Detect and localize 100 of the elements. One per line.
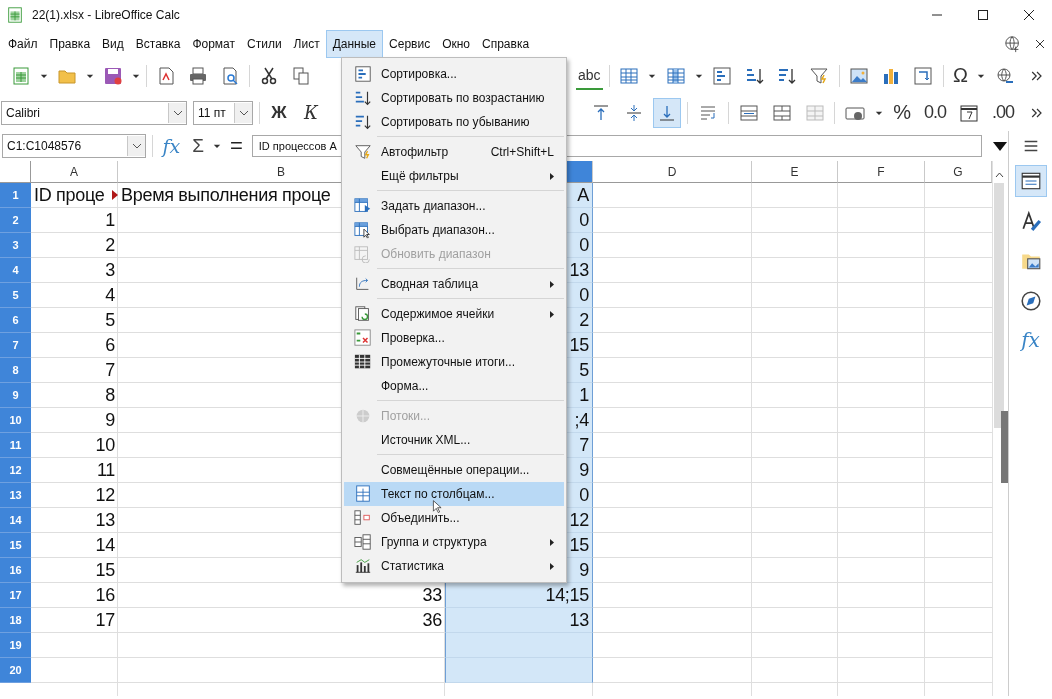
cell-text: ID проце	[34, 185, 105, 206]
column-header[interactable]: A	[31, 161, 118, 183]
column-header[interactable]: F	[838, 161, 925, 183]
row-header[interactable]: 7	[0, 333, 31, 358]
row-header[interactable]: 12	[0, 458, 31, 483]
menu-item[interactable]: Сортировать по возрастанию	[344, 86, 564, 110]
row-header[interactable]: 3	[0, 233, 31, 258]
menu-item[interactable]: Содержимое ячейки	[344, 302, 564, 326]
menu-item[interactable]: Источник XML...	[344, 428, 564, 452]
cell-text: 15	[569, 334, 589, 356]
cell-contents-icon	[353, 305, 372, 323]
menu-item[interactable]: Задать диапазон...	[344, 194, 564, 218]
menu-bar-item[interactable]: Стили	[241, 31, 288, 56]
row-header[interactable]: 15	[0, 533, 31, 558]
maximize-icon[interactable]	[977, 9, 989, 21]
bold-button[interactable]: Ж	[266, 98, 292, 127]
close-icon[interactable]	[1035, 38, 1045, 49]
menu-bar-item[interactable]: Вид	[96, 31, 130, 56]
close-icon[interactable]	[1023, 9, 1035, 21]
row-header[interactable]: 14	[0, 508, 31, 533]
align-bottom-icon[interactable]	[653, 98, 680, 127]
menu-item[interactable]: Сортировать по убыванию	[344, 110, 564, 134]
submenu-arrow-icon	[550, 310, 554, 318]
menu-bar-item[interactable]: Справка	[476, 31, 536, 56]
row-header[interactable]: 1	[0, 183, 31, 208]
chevron-down-icon[interactable]	[172, 109, 183, 116]
font-name-combo[interactable]: Calibri	[1, 100, 187, 125]
formula-button[interactable]: =	[226, 132, 246, 160]
menu-item[interactable]: Промежуточные итоги...	[344, 350, 564, 374]
row-header[interactable]: 17	[0, 583, 31, 608]
cell-text: 8	[105, 385, 115, 406]
menu-bar-item[interactable]: Файл	[2, 31, 44, 56]
add-decimal-button[interactable]: .00	[988, 98, 1017, 127]
menu-item[interactable]: Текст по столбцам...	[344, 482, 564, 506]
language-icon[interactable]	[1004, 34, 1022, 53]
row-header[interactable]: 13	[0, 483, 31, 508]
cell-text: 4	[105, 285, 115, 306]
menu-bar-item[interactable]: Окно	[436, 31, 477, 56]
row-header[interactable]: 10	[0, 408, 31, 433]
sum-button[interactable]: Σ	[189, 132, 207, 160]
row-header[interactable]: 6	[0, 308, 31, 333]
menu-item[interactable]: Выбрать диапазон...	[344, 218, 564, 242]
row-header[interactable]: 9	[0, 383, 31, 408]
cell-text: 12	[95, 485, 115, 506]
column-header[interactable]: D	[593, 161, 752, 183]
submenu-arrow-icon	[550, 538, 554, 546]
row-header[interactable]: 8	[0, 358, 31, 383]
cell-text: 13	[95, 510, 115, 531]
menu-bar-item[interactable]: Данные	[325, 29, 384, 58]
cell-text: 9	[579, 459, 589, 481]
row-header[interactable]: 5	[0, 283, 31, 308]
italic-button[interactable]: К	[298, 98, 324, 127]
column-header[interactable]: G	[925, 161, 992, 183]
menu-item[interactable]: Группа и структура	[344, 530, 564, 554]
scrollbar-thumb[interactable]	[994, 183, 1004, 428]
row-header[interactable]: 19	[0, 633, 31, 658]
row-header[interactable]: 4	[0, 258, 31, 283]
sort-descending-icon	[353, 113, 372, 131]
menu-item[interactable]: Сортировка...	[344, 62, 564, 86]
menu-item[interactable]: Совмещённые операции...	[344, 458, 564, 482]
caret-icon[interactable]	[212, 142, 221, 150]
menu-item[interactable]: Проверка...	[344, 326, 564, 350]
cell-text: 5	[579, 359, 589, 381]
menu-item[interactable]: Объединить...	[344, 506, 564, 530]
cell-text: 33	[422, 585, 442, 606]
function-wizard-button[interactable]: fx	[159, 132, 184, 160]
menu-bar-item[interactable]: Сервис	[383, 31, 437, 56]
group-icon	[353, 533, 372, 551]
special-character-button[interactable]: Ω	[950, 61, 971, 90]
row-header[interactable]: 18	[0, 608, 31, 633]
menu-item[interactable]: Форма...	[344, 374, 564, 398]
cell-text: ;4	[574, 409, 589, 431]
sidebar-collapse-handle[interactable]	[1001, 411, 1008, 483]
menu-item[interactable]: Сводная таблица	[344, 272, 564, 296]
row-header[interactable]: 2	[0, 208, 31, 233]
menu-bar-item[interactable]: Правка	[43, 31, 97, 56]
grid-icon	[353, 353, 372, 371]
select-all-button[interactable]	[0, 161, 31, 183]
scroll-up-icon[interactable]	[994, 171, 1004, 179]
column-header[interactable]: E	[752, 161, 838, 183]
menu-bar-item[interactable]: Вставка	[129, 31, 187, 56]
chevron-down-icon[interactable]	[131, 143, 142, 149]
properties-icon[interactable]	[1014, 165, 1047, 197]
chevron-down-icon[interactable]	[238, 109, 249, 116]
font-size-combo[interactable]: 11 пт	[193, 100, 253, 125]
menu-item[interactable]: Статистика	[344, 554, 564, 578]
range-select-icon	[353, 221, 372, 239]
cell-text: 17	[95, 610, 115, 631]
row-header[interactable]: 20	[0, 658, 31, 683]
row-header[interactable]: 16	[0, 558, 31, 583]
menu-bar-item[interactable]: Формат	[186, 31, 242, 56]
menu-bar-item[interactable]: Лист	[287, 31, 326, 56]
name-box[interactable]: C1:C1048576	[2, 134, 147, 158]
percent-button[interactable]: %	[890, 98, 915, 127]
cell-text: 1	[105, 210, 115, 231]
number-format-button[interactable]: 0.0	[921, 98, 949, 127]
cell-text: 11	[96, 460, 115, 481]
functions-tab[interactable]: fx	[1015, 325, 1046, 355]
spelling-button[interactable]: abc	[576, 61, 603, 90]
row-header[interactable]: 11	[0, 433, 31, 458]
